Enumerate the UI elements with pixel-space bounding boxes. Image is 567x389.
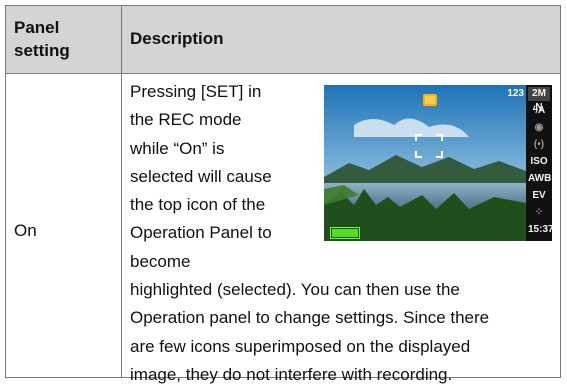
operation-panel: 2M N ϟA ◉ (•) ISO AWB EV ⁘ 15:37 — [526, 85, 552, 241]
column-divider — [121, 6, 122, 377]
image-size-icon[interactable]: 2M N — [528, 87, 550, 113]
description-line: Pressing [SET] in — [130, 82, 262, 101]
time-display: 15:37 — [528, 224, 552, 235]
description-line: Operation panel to change settings. Sinc… — [130, 308, 490, 328]
shot-counter: 123 — [507, 88, 524, 99]
header-description: Description — [130, 29, 224, 48]
settings-table: Panel setting Description On Pressing [S… — [5, 5, 561, 384]
white-balance-icon[interactable]: AWB — [528, 172, 551, 186]
header-panel-line-1: Panel — [14, 18, 60, 37]
description-line: are few icons superimposed on the displa… — [130, 336, 471, 356]
table-header: Panel setting Description — [6, 6, 560, 74]
header-panel-line-2: setting — [14, 41, 70, 60]
battery-level — [332, 229, 358, 237]
flash-icon[interactable]: ϟA — [528, 104, 550, 118]
description-line: selected will cause — [130, 166, 272, 186]
landscape-illustration — [324, 85, 526, 241]
header-panel-setting: Panel setting — [14, 16, 114, 62]
description-top-block: Pressing [SET] in the REC mode while “On… — [130, 78, 320, 276]
iso-icon[interactable]: ISO — [528, 155, 550, 169]
description-line: while “On” is — [130, 138, 225, 158]
ev-shift-icon[interactable]: EV — [528, 189, 550, 203]
focus-frame-icon — [415, 134, 443, 158]
description-line: the REC mode — [130, 110, 242, 130]
camera-screen-image: 123 2M N ϟA ◉ (•) ISO AWB EV ⁘ 15:37 — [324, 85, 552, 241]
description-line: become — [130, 251, 191, 271]
description-line: highlighted (selected). You can then use… — [130, 280, 460, 299]
face-detection-icon[interactable]: ◉ — [528, 121, 550, 135]
shooting-mode-icon — [423, 94, 437, 106]
description-line: the top icon of the — [130, 195, 266, 215]
battery-icon — [330, 227, 360, 239]
description-bottom-block: highlighted (selected). You can then use… — [130, 276, 555, 389]
description-line: Operation Panel to — [130, 223, 272, 243]
anti-shake-icon[interactable]: (•) — [528, 138, 550, 152]
focus-icon[interactable]: ⁘ — [528, 206, 550, 220]
row-setting-value: On — [14, 221, 37, 240]
description-line: image, they do not interfere with record… — [130, 364, 453, 384]
